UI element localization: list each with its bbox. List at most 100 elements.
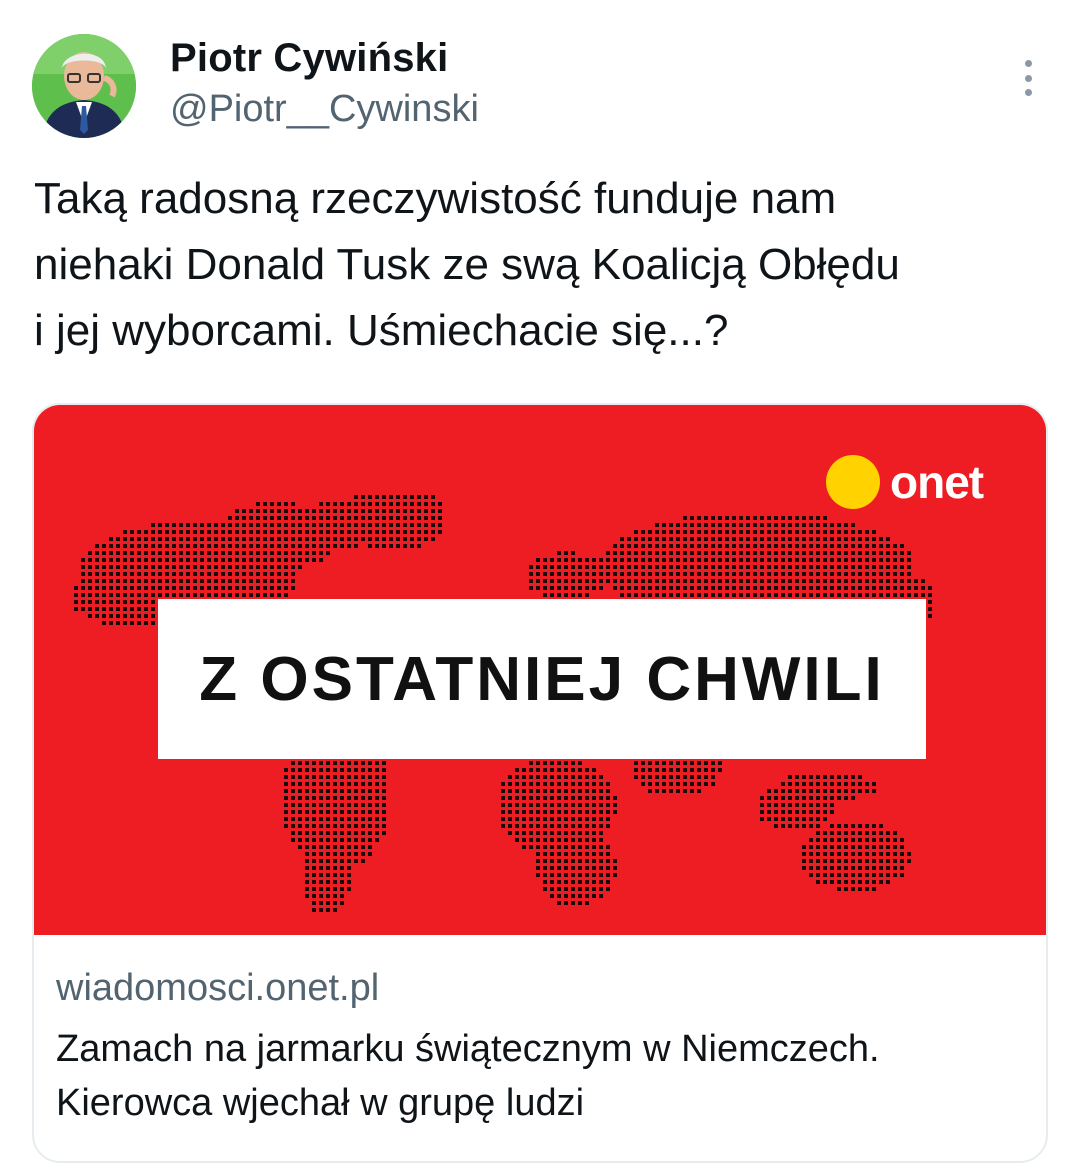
- map-dot: [704, 565, 708, 569]
- map-dot: [886, 831, 890, 835]
- map-dot: [788, 593, 792, 597]
- author-handle[interactable]: @Piotr__Cywinski: [170, 88, 479, 131]
- map-dot: [550, 761, 554, 765]
- map-dot: [410, 509, 414, 513]
- map-dot: [725, 544, 729, 548]
- map-dot: [333, 523, 337, 527]
- map-dot: [417, 502, 421, 506]
- map-dot: [522, 817, 526, 821]
- map-dot: [683, 579, 687, 583]
- map-dot: [536, 803, 540, 807]
- link-card[interactable]: onet Z OSTATNIEJ CHWILI wiadomosci.onet.…: [32, 403, 1048, 1163]
- map-dot: [319, 824, 323, 828]
- map-dot: [543, 838, 547, 842]
- map-dot: [865, 537, 869, 541]
- map-dot: [704, 593, 708, 597]
- map-dot: [725, 579, 729, 583]
- map-dot: [564, 810, 568, 814]
- map-dot: [865, 838, 869, 842]
- map-dot: [193, 558, 197, 562]
- map-dot: [396, 509, 400, 513]
- map-dot: [515, 831, 519, 835]
- map-dot: [144, 565, 148, 569]
- map-dot: [508, 831, 512, 835]
- map-dot: [893, 873, 897, 877]
- map-dot: [599, 782, 603, 786]
- map-dot: [592, 852, 596, 856]
- map-dot: [648, 782, 652, 786]
- map-dot: [900, 572, 904, 576]
- map-dot: [515, 768, 519, 772]
- map-dot: [816, 516, 820, 520]
- map-dot: [816, 838, 820, 842]
- map-dot: [347, 803, 351, 807]
- map-dot: [130, 607, 134, 611]
- map-dot: [837, 572, 841, 576]
- map-dot: [368, 495, 372, 499]
- map-dot: [711, 558, 715, 562]
- map-dot: [193, 593, 197, 597]
- map-dot: [256, 565, 260, 569]
- map-dot: [837, 838, 841, 842]
- map-dot: [305, 768, 309, 772]
- map-dot: [508, 810, 512, 814]
- map-dot: [697, 558, 701, 562]
- map-dot: [340, 838, 344, 842]
- map-dot: [543, 859, 547, 863]
- map-dot: [298, 768, 302, 772]
- author-avatar[interactable]: [32, 34, 136, 138]
- map-dot: [837, 782, 841, 786]
- map-dot: [788, 817, 792, 821]
- map-dot: [557, 873, 561, 877]
- map-dot: [508, 817, 512, 821]
- map-dot: [662, 523, 666, 527]
- map-dot: [424, 537, 428, 541]
- map-dot: [501, 789, 505, 793]
- map-dot: [270, 565, 274, 569]
- map-dot: [732, 558, 736, 562]
- map-dot: [669, 586, 673, 590]
- map-dot: [676, 579, 680, 583]
- link-title[interactable]: Zamach na jarmarku świątecznym w Niemcze…: [56, 1022, 1016, 1130]
- map-dot: [291, 810, 295, 814]
- map-dot: [403, 495, 407, 499]
- map-dot: [368, 502, 372, 506]
- map-dot: [830, 586, 834, 590]
- map-dot: [235, 530, 239, 534]
- map-dot: [102, 565, 106, 569]
- map-dot: [130, 558, 134, 562]
- map-dot: [515, 817, 519, 821]
- author-display-name[interactable]: Piotr Cywiński: [170, 36, 448, 81]
- map-dot: [830, 796, 834, 800]
- map-dot: [130, 586, 134, 590]
- map-dot: [291, 579, 295, 583]
- link-card-image[interactable]: onet Z OSTATNIEJ CHWILI: [34, 405, 1046, 935]
- map-dot: [361, 838, 365, 842]
- map-dot: [536, 565, 540, 569]
- map-dot: [165, 544, 169, 548]
- map-dot: [305, 845, 309, 849]
- map-dot: [333, 509, 337, 513]
- map-dot: [809, 852, 813, 856]
- map-dot: [823, 859, 827, 863]
- map-dot: [326, 775, 330, 779]
- map-dot: [795, 803, 799, 807]
- map-dot: [571, 817, 575, 821]
- map-dot: [788, 565, 792, 569]
- map-dot: [886, 579, 890, 583]
- map-dot: [739, 593, 743, 597]
- link-domain[interactable]: wiadomosci.onet.pl: [56, 967, 379, 1010]
- map-dot: [893, 544, 897, 548]
- map-dot: [900, 838, 904, 842]
- map-dot: [242, 593, 246, 597]
- more-options-icon[interactable]: [1008, 54, 1048, 102]
- map-dot: [879, 593, 883, 597]
- map-dot: [291, 565, 295, 569]
- map-dot: [732, 551, 736, 555]
- map-dot: [200, 558, 204, 562]
- map-dot: [235, 537, 239, 541]
- map-dot: [816, 537, 820, 541]
- map-dot: [564, 887, 568, 891]
- map-dot: [802, 586, 806, 590]
- map-dot: [928, 607, 932, 611]
